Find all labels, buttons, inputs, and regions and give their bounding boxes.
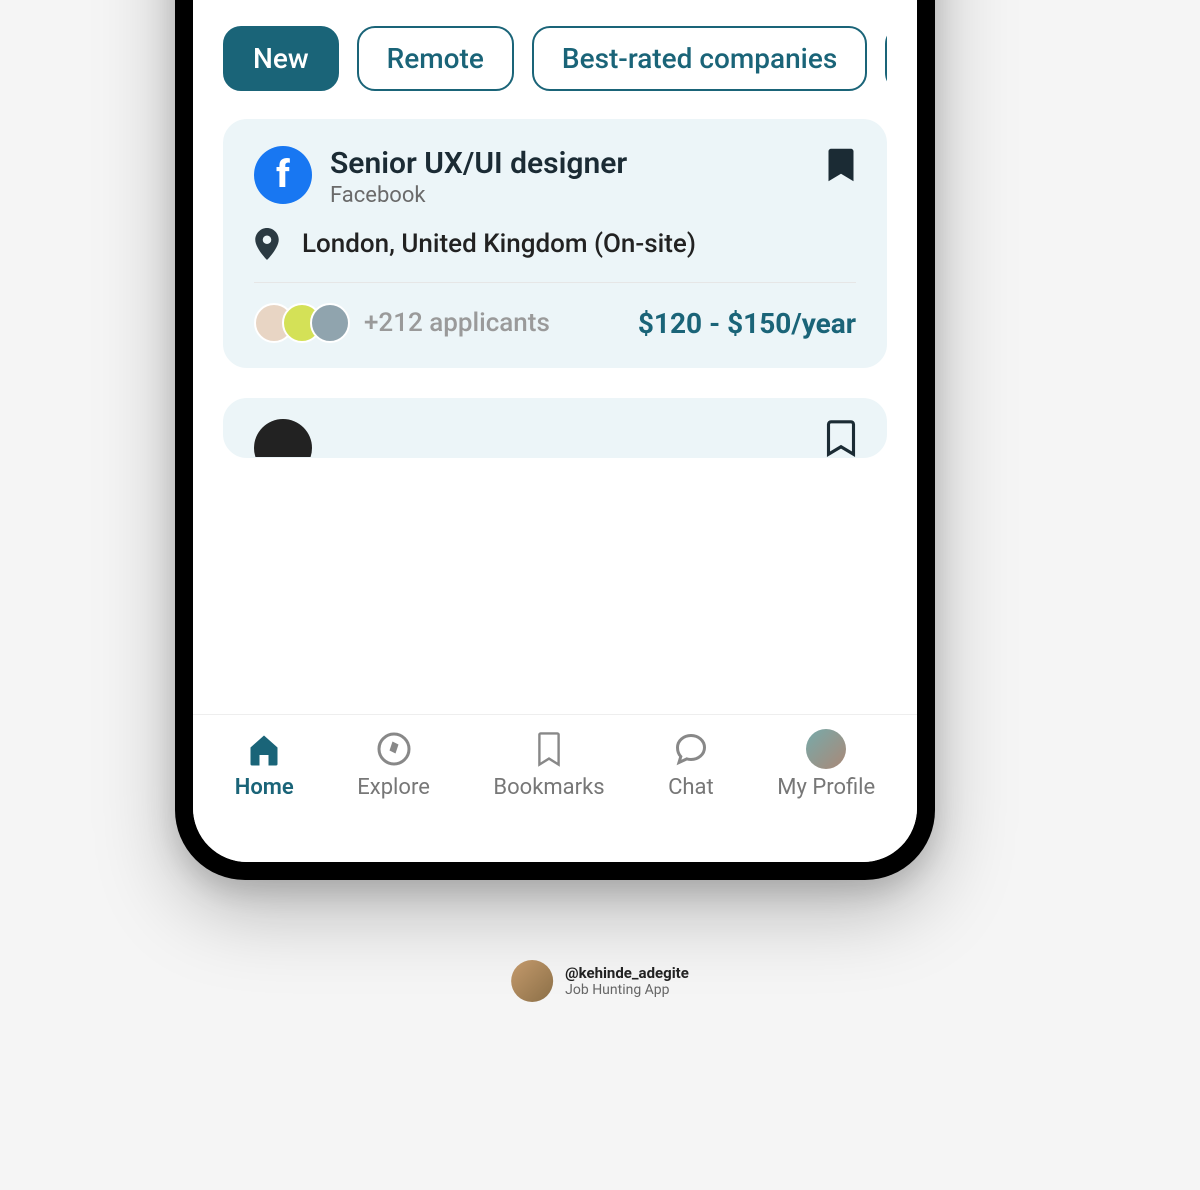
author-credit: @kehinde_adegite Job Hunting App: [511, 960, 689, 1002]
avatar: [310, 303, 350, 343]
author-handle: @kehinde_adegite: [565, 964, 689, 982]
chip-overflow[interactable]: [885, 26, 887, 91]
nav-label: Chat: [668, 775, 714, 800]
company-logo: [254, 419, 312, 458]
nav-label: Bookmarks: [493, 775, 604, 800]
nav-profile[interactable]: My Profile: [777, 729, 875, 800]
bottom-nav: Home Explore Bookmarks: [193, 714, 917, 862]
salary-range: $120 - $150/year: [638, 307, 856, 340]
chip-remote[interactable]: Remote: [357, 26, 514, 91]
phone-frame: New York, United States (Hybrid) +212 ap…: [175, 0, 935, 880]
nav-label: My Profile: [777, 775, 875, 800]
applicants-count: +212 applicants: [364, 308, 550, 338]
company-name: Facebook: [330, 183, 627, 208]
bookmark-icon[interactable]: [826, 146, 856, 184]
profile-avatar-icon: [806, 729, 846, 769]
company-logo-facebook: f: [254, 146, 312, 204]
job-card[interactable]: f Senior UX/UI designer Facebook: [223, 119, 887, 368]
phone-screen: New York, United States (Hybrid) +212 ap…: [193, 0, 917, 862]
filter-chips: New Remote Best-rated companies: [223, 26, 887, 91]
location-pin-icon: [254, 228, 280, 260]
chip-best-rated[interactable]: Best-rated companies: [532, 26, 867, 91]
job-title: Senior UX/UI designer: [330, 146, 627, 181]
nav-bookmarks[interactable]: Bookmarks: [493, 729, 604, 800]
author-avatar: [511, 960, 553, 1002]
nav-explore[interactable]: Explore: [357, 729, 430, 800]
chat-icon: [671, 729, 711, 769]
home-icon: [244, 729, 284, 769]
nav-home[interactable]: Home: [235, 729, 294, 800]
nav-label: Explore: [357, 775, 430, 800]
job-card-peek[interactable]: [223, 398, 887, 458]
author-subtitle: Job Hunting App: [565, 982, 689, 998]
bookmark-icon: [529, 729, 569, 769]
job-location: London, United Kingdom (On-site): [302, 229, 696, 259]
chip-new[interactable]: New: [223, 26, 339, 91]
compass-icon: [374, 729, 414, 769]
nav-chat[interactable]: Chat: [668, 729, 714, 800]
bookmark-icon[interactable]: [826, 419, 856, 458]
nav-label: Home: [235, 775, 294, 800]
applicant-avatars: [254, 303, 350, 343]
